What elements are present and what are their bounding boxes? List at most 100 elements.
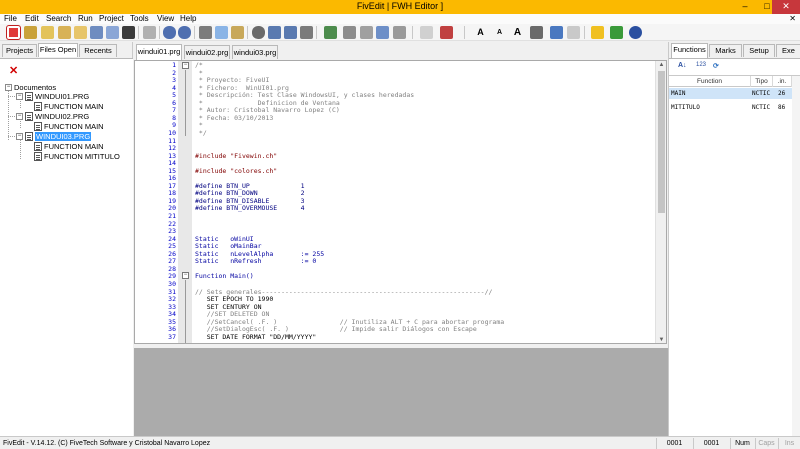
save-all-icon[interactable]: [106, 26, 119, 39]
tree-file-windui01[interactable]: − WINDUI01.PRG: [16, 92, 89, 101]
tree-file-label: WINDUI02.PRG: [35, 112, 90, 121]
code-editor[interactable]: 1 2 3 4 5 6 7 8 9 10 11 12 13 14 15 16 17 18 19 20 21 22 23 24 2…: [134, 60, 667, 344]
cut-icon[interactable]: [199, 26, 212, 39]
functions-grid: Function Tipo .in. MAIN NCTIC 26 MITITUL…: [669, 75, 800, 437]
find-next-icon[interactable]: [268, 26, 281, 39]
copy-icon[interactable]: [215, 26, 228, 39]
collapse-icon[interactable]: −: [16, 133, 23, 140]
new-project-icon[interactable]: [24, 26, 37, 39]
tools-icon[interactable]: [610, 26, 623, 39]
font-smaller-icon[interactable]: A: [493, 26, 506, 39]
sort-line-icon[interactable]: 123: [696, 62, 706, 68]
find-prev-icon[interactable]: [284, 26, 297, 39]
tab-files-open[interactable]: Files Open: [38, 43, 78, 57]
build-icon[interactable]: [343, 26, 356, 39]
tab-windui03[interactable]: windui03.prg: [232, 45, 278, 59]
mdi-close-icon[interactable]: ✕: [789, 14, 796, 24]
close-file-icon[interactable]: [143, 26, 156, 39]
menu-tools[interactable]: Tools: [130, 14, 149, 24]
table-row[interactable]: MAIN NCTIC 26: [669, 88, 800, 99]
highlight-icon[interactable]: [530, 26, 543, 39]
tree-file-windui03[interactable]: − WINDUI03.PRG: [16, 132, 92, 141]
menu-search[interactable]: Search: [46, 14, 71, 24]
code-line: #include "Fivewin.ch": [195, 151, 278, 160]
table-row[interactable]: MITITULO NCTIC 86: [669, 102, 800, 113]
left-panel: Projects Files Open Recents ✕ − Document…: [0, 42, 133, 436]
scroll-thumb[interactable]: [658, 71, 665, 213]
tree-function[interactable]: FUNCTION MAIN: [34, 102, 104, 111]
open-folder-icon[interactable]: [58, 26, 71, 39]
options-icon[interactable]: [393, 26, 406, 39]
monitor-icon[interactable]: [360, 26, 373, 39]
refresh-icon[interactable]: ⟳: [713, 62, 719, 70]
close-file-icon[interactable]: ✕: [9, 64, 18, 77]
tree-root[interactable]: − Documentos: [5, 83, 56, 92]
sort-alpha-icon[interactable]: A↓: [678, 62, 687, 69]
menu-run[interactable]: Run: [78, 14, 93, 24]
scroll-up-icon[interactable]: ▲: [656, 61, 666, 70]
toolbar-separator: [584, 26, 585, 39]
tab-exe[interactable]: Exe: [776, 44, 800, 57]
lock-icon[interactable]: [41, 26, 54, 39]
print-icon[interactable]: [122, 26, 135, 39]
tab-recents[interactable]: Recents: [79, 44, 117, 57]
compile-icon[interactable]: [324, 26, 337, 39]
tab-marks[interactable]: Marks: [709, 44, 742, 57]
tree-function[interactable]: FUNCTION MAIN: [34, 122, 104, 131]
collapse-icon[interactable]: −: [5, 84, 12, 91]
redo-icon[interactable]: [178, 26, 191, 39]
menu-help[interactable]: Help: [180, 14, 196, 24]
menu-file[interactable]: File: [4, 14, 17, 24]
tab-windui01[interactable]: windui01.prg: [136, 44, 182, 60]
tree-file-windui02[interactable]: − WINDUI02.PRG: [16, 112, 89, 121]
menu-edit[interactable]: Edit: [25, 14, 39, 24]
editor-scrollbar[interactable]: ▲ ▼: [655, 61, 666, 343]
fold-toggle-icon[interactable]: −: [182, 62, 189, 69]
lightning-icon[interactable]: [591, 26, 604, 39]
function-line: 26: [778, 90, 786, 97]
fold-line: [185, 280, 186, 343]
tab-setup[interactable]: Setup: [743, 44, 775, 57]
line-number: 37: [168, 332, 176, 341]
close-button[interactable]: ✕: [772, 0, 800, 14]
code-area[interactable]: /* * * Proyecto: FiveUI * Fichero: WinUI…: [193, 61, 656, 343]
open-icon[interactable]: [74, 26, 87, 39]
grid-icon[interactable]: [550, 26, 563, 39]
title-bar: FivEdit | FWH Editor ] – □ ✕: [0, 0, 800, 14]
bookmark-icon[interactable]: [440, 26, 453, 39]
tree-function-label: FUNCTION MITITULO: [44, 152, 120, 161]
font-larger-icon[interactable]: A: [474, 26, 487, 39]
column-tipo[interactable]: Tipo: [751, 76, 773, 87]
help-icon[interactable]: [629, 26, 642, 39]
preview-icon[interactable]: [376, 26, 389, 39]
format-icon[interactable]: [420, 26, 433, 39]
paste-icon[interactable]: [231, 26, 244, 39]
font-icon[interactable]: A: [511, 26, 524, 39]
tree-function[interactable]: FUNCTION MITITULO: [34, 152, 120, 161]
collapse-icon[interactable]: −: [16, 113, 23, 120]
tab-projects[interactable]: Projects: [2, 44, 37, 57]
menu-view[interactable]: View: [157, 14, 174, 24]
functions-scrollbar[interactable]: [792, 76, 800, 437]
scroll-down-icon[interactable]: ▼: [656, 336, 666, 343]
exit-icon[interactable]: [7, 26, 20, 39]
column-line[interactable]: .in.: [773, 76, 792, 87]
tab-functions[interactable]: Functions: [671, 43, 708, 58]
search-icon[interactable]: [252, 26, 265, 39]
fold-toggle-icon[interactable]: −: [182, 272, 189, 279]
tree-function[interactable]: FUNCTION MAIN: [34, 142, 104, 151]
document-icon[interactable]: [567, 26, 580, 39]
menu-project[interactable]: Project: [99, 14, 124, 24]
undo-icon[interactable]: [163, 26, 176, 39]
collapse-icon[interactable]: −: [16, 93, 23, 100]
tab-windui02[interactable]: windui02.prg: [184, 45, 230, 59]
column-function[interactable]: Function: [669, 76, 751, 87]
replace-icon[interactable]: [300, 26, 313, 39]
function-line: 86: [778, 104, 786, 111]
function-tipo: NCTIC: [752, 104, 771, 111]
minimize-button[interactable]: –: [734, 0, 756, 14]
code-line: #include "colores.ch": [195, 166, 278, 175]
function-name: MITITULO: [671, 104, 700, 111]
line-number: 5: [172, 91, 176, 100]
save-icon[interactable]: [90, 26, 103, 39]
